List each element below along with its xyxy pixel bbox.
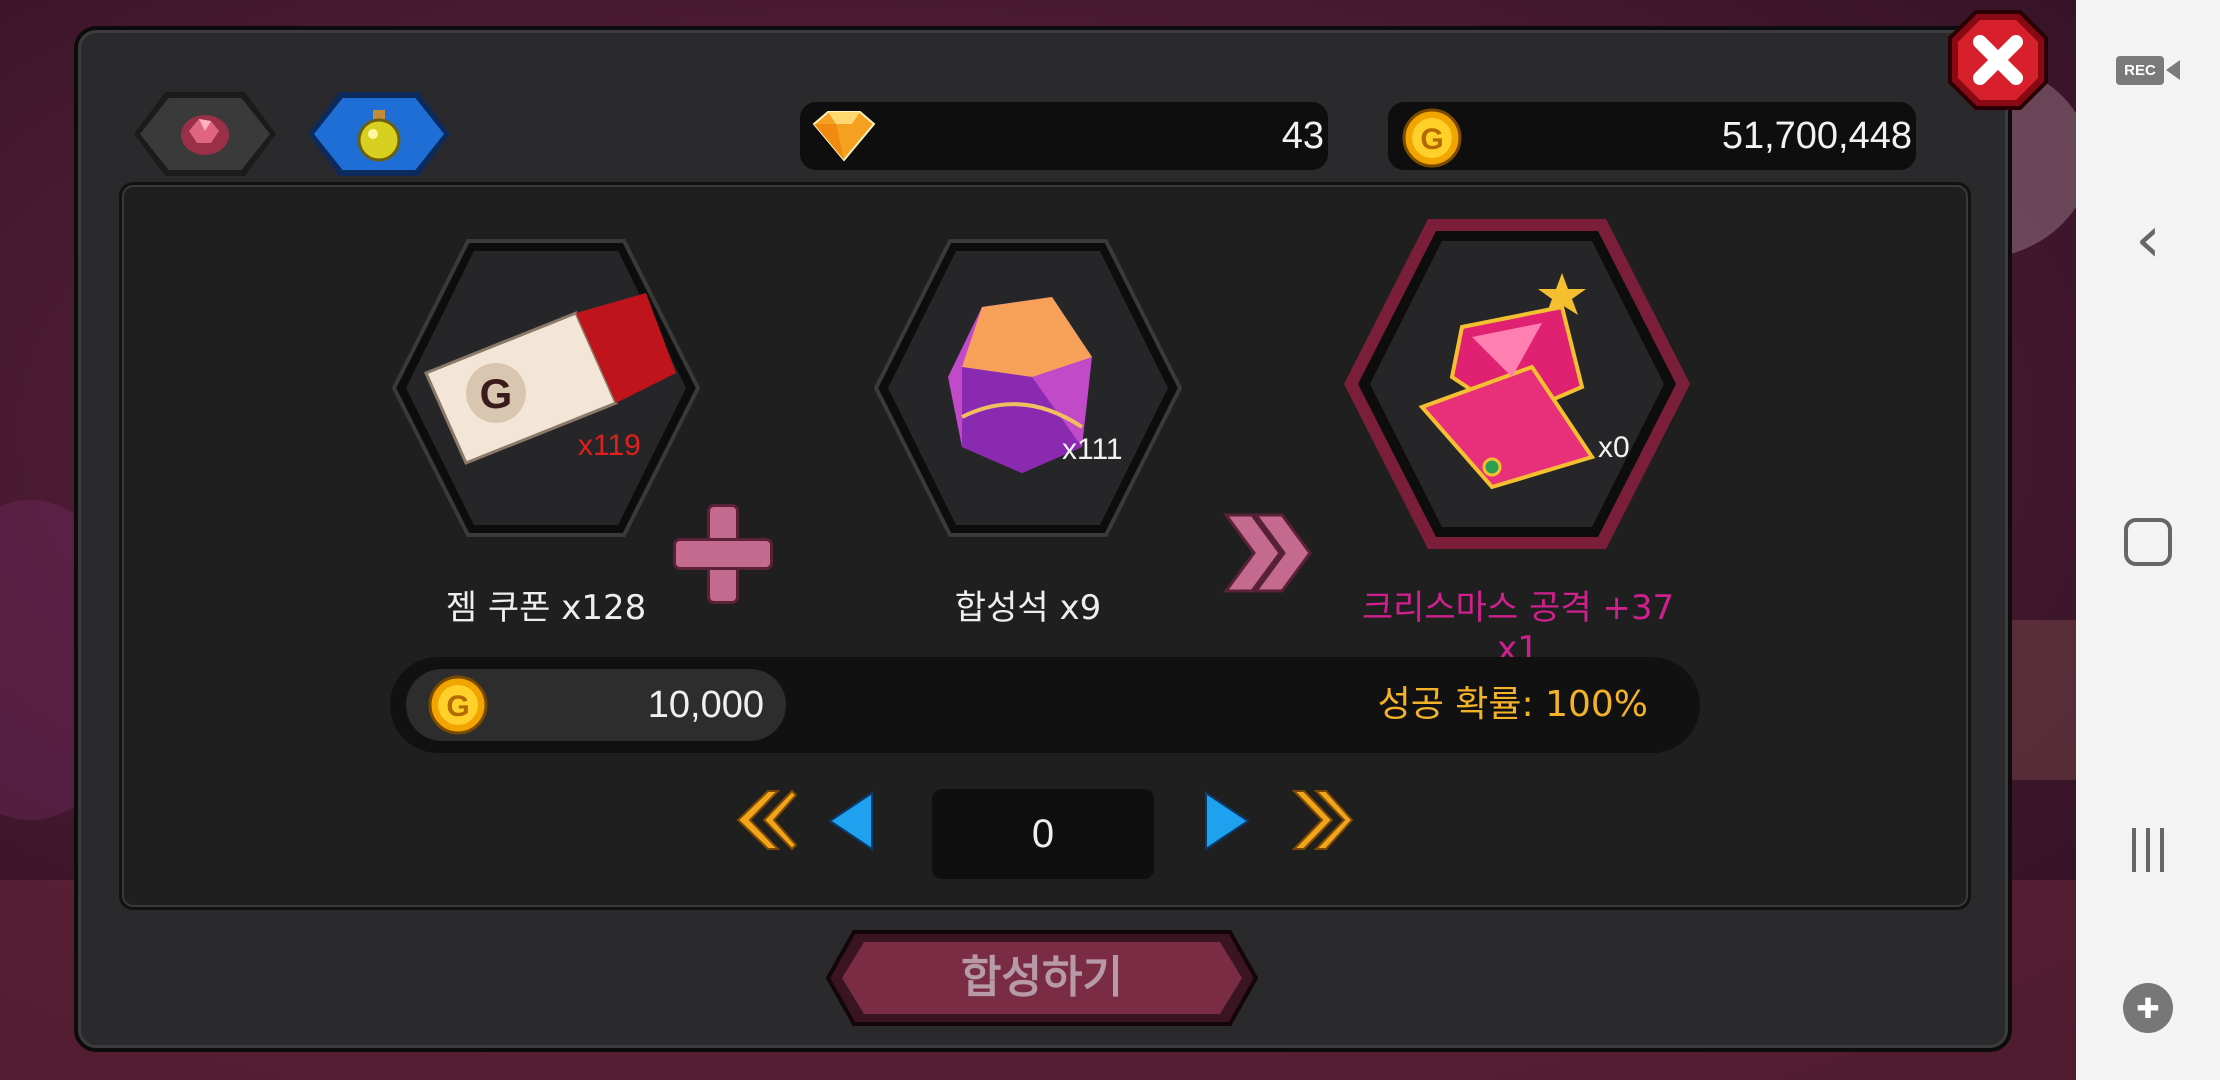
last-page-button[interactable] [1290, 787, 1354, 853]
camera-lens-shape [2165, 60, 2180, 80]
synthesis-dialog: 43 G 51,700,448 G x119 젬 쿠폰 x128 x111 합성… [74, 26, 2012, 1052]
cost-bar: G 10,000 성공 확률: 100% [390, 657, 1700, 753]
rec-label: REC [2116, 55, 2164, 85]
gamepad-icon: ✚ [2123, 983, 2173, 1033]
recent-apps-icon [2132, 828, 2164, 872]
stone-requirement-label: 합성석 x9 [954, 588, 1102, 628]
gold-cost-value: 10,000 [647, 684, 764, 726]
recipe-panel: G x119 젬 쿠폰 x128 x111 합성석 x9 x0 크리스마스 공격… [119, 182, 1971, 910]
gold-coin-icon: G [1402, 108, 1462, 168]
tab-potion-inner [314, 98, 444, 170]
input-slot-coupon[interactable]: G x119 [390, 237, 702, 543]
diamond-icon [812, 111, 876, 162]
svg-text:G: G [446, 690, 469, 723]
gold-cost: G 10,000 [406, 669, 786, 741]
home-button[interactable] [2076, 512, 2220, 572]
first-page-button[interactable] [734, 787, 798, 853]
gem-count: 43 [1281, 115, 1324, 157]
coupon-requirement-label: 젬 쿠폰 x128 [445, 588, 647, 628]
gold-balance: G 51,700,448 [1388, 102, 1916, 170]
recent-apps-button[interactable] [2076, 820, 2220, 880]
back-button[interactable]: ‹ [2076, 203, 2220, 277]
output-result-label: 크리스마스 공격 +37 x1 [1361, 588, 1675, 669]
next-page-button[interactable] [1202, 789, 1252, 853]
close-icon[interactable] [1946, 8, 2050, 112]
christmas-tree-gem-icon [1418, 273, 1596, 490]
input-slot-stone[interactable]: x111 [872, 237, 1184, 543]
gem-ore-icon [181, 115, 229, 155]
android-nav-bar: REC ‹ ✚ [2076, 0, 2220, 1080]
success-rate: 성공 확률: 100% [1377, 684, 1648, 725]
synthesize-button[interactable]: 합성하기 [824, 928, 1260, 1028]
gem-balance: 43 [800, 102, 1328, 170]
svg-text:G: G [1420, 123, 1443, 156]
output-owned-count: x0 [1598, 431, 1630, 464]
stone-owned-count: x111 [1062, 433, 1123, 466]
screen-record-icon[interactable]: REC [2076, 50, 2220, 90]
gold-coin-icon: G [428, 675, 488, 735]
tab-gem-inner [140, 98, 270, 170]
coupon-owned-count: x119 [578, 429, 641, 462]
potion-icon [357, 110, 401, 162]
game-tools-button[interactable]: ✚ [2076, 980, 2220, 1036]
home-square-icon [2124, 518, 2172, 566]
gold-count: 51,700,448 [1721, 115, 1912, 157]
plus-icon-bar [676, 541, 770, 567]
synthesize-label: 합성하기 [961, 952, 1123, 1003]
quantity-field[interactable]: 0 [932, 789, 1154, 879]
output-slot[interactable]: x0 [1340, 215, 1694, 557]
svg-text:G: G [480, 370, 513, 417]
double-arrow-right-icon [1223, 513, 1312, 593]
tab-gem[interactable] [134, 92, 276, 176]
tab-potion[interactable] [308, 92, 450, 176]
prev-page-button[interactable] [826, 789, 876, 853]
